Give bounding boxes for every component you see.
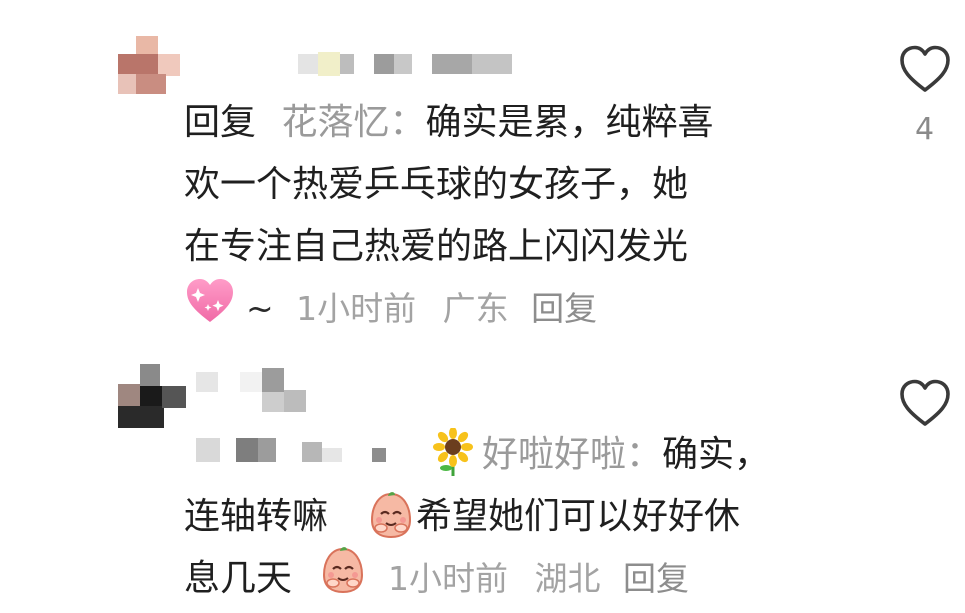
comment-line-3: 在专注自己热爱的路上闪闪发光: [184, 226, 689, 267]
meta-tilde: ~: [246, 289, 274, 328]
location: 广东: [442, 289, 509, 328]
comment-meta: ~ 1小时前 广东 回复: [246, 282, 597, 330]
comment-line-2: 连轴转嘛: [184, 482, 328, 551]
reply-prefix: 回复: [184, 102, 257, 143]
reply-button[interactable]: 回复: [531, 289, 597, 328]
reply-target-name[interactable]: 花落忆：: [281, 102, 425, 143]
comment-line-3: 息几天: [184, 558, 293, 599]
reply-button[interactable]: 回复: [623, 559, 689, 598]
sunflower-emoji: [430, 427, 476, 476]
username-blurred[interactable]: [298, 52, 513, 78]
comment-text: 连轴转嘛: [184, 496, 329, 537]
comment-text: 确实是累，纯粹喜: [425, 102, 714, 143]
avatar[interactable]: [118, 36, 180, 94]
username-blurred[interactable]: [196, 368, 416, 472]
sparkling-heart-emoji: [184, 276, 236, 326]
like-button[interactable]: [898, 378, 952, 428]
timestamp: 1小时前: [388, 559, 508, 598]
pleading-face-sticker: [368, 490, 414, 540]
comment-line-2-continued: 希望她们可以好好休: [416, 496, 741, 537]
reply-target-name[interactable]: 好啦好啦：: [482, 434, 662, 475]
comment-line-1: 好啦好啦：确实，: [482, 420, 770, 489]
location: 湖北: [534, 559, 601, 598]
comment-meta: 1小时前 湖北 回复: [388, 552, 689, 600]
like-button[interactable]: [898, 44, 952, 94]
heart-outline-icon: [900, 379, 950, 426]
like-count: 4: [915, 112, 935, 147]
avatar[interactable]: [118, 364, 188, 428]
heart-outline-icon: [900, 45, 950, 92]
comment-line-2: 欢一个热爱乒乓球的女孩子，她: [184, 164, 689, 205]
comment-text: 确实，: [662, 434, 771, 475]
pleading-face-sticker: [320, 545, 366, 595]
timestamp: 1小时前: [296, 289, 417, 328]
comment-line-1: 回复 花落忆：确实是累，纯粹喜: [184, 88, 714, 157]
